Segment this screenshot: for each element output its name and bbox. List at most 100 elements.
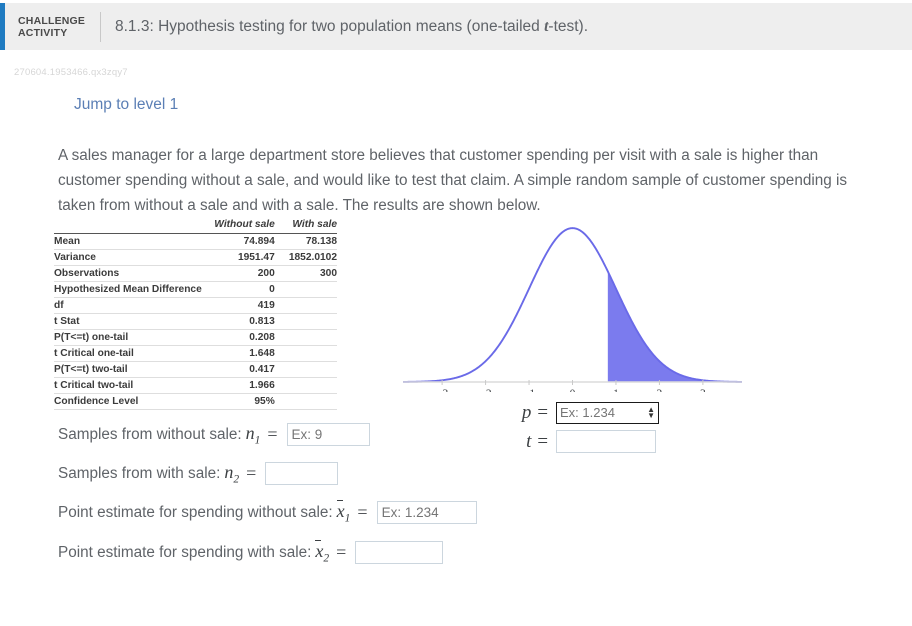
table-row: P(T<=t) two-tail 0.417 <box>54 362 337 378</box>
xbar2-overbar: x <box>315 540 324 561</box>
row-label: Confidence Level <box>54 396 139 407</box>
x-tick-label: −1 <box>523 388 535 392</box>
chart-svg: −3 −2 −1 0 1 2 3 <box>403 227 742 392</box>
row-value-without-sale: 0.208 <box>249 332 275 343</box>
row-label: Observations <box>54 268 120 279</box>
answer-row-n2: Samples from with sale: n2 = <box>58 462 339 486</box>
table-header: Without sale With sale <box>54 217 337 234</box>
normal-distribution-chart: −3 −2 −1 0 1 2 3 <box>395 212 750 392</box>
xbar1-label: Point estimate for spending without sale… <box>58 503 333 521</box>
row-value-with-sale: 1852.0102 <box>288 252 337 263</box>
jump-to-level-link[interactable]: Jump to level 1 <box>74 96 178 114</box>
n1-symbol: n1 <box>245 423 261 447</box>
row-value-without-sale: 0 <box>269 284 275 295</box>
x-tick-label: 0 <box>570 388 576 392</box>
summary-statistics-table: Without sale With sale Mean 74.894 78.13… <box>54 217 337 410</box>
xbar2-symbol: x2 <box>315 540 330 565</box>
header-divider <box>100 11 101 42</box>
table-header-row: Without sale With sale <box>54 217 337 234</box>
row-value-without-sale: 74.894 <box>243 236 275 247</box>
xbar1-symbol: x1 <box>336 500 351 525</box>
title-prefix: 8.1.3: Hypothesis testing for two popula… <box>115 17 545 35</box>
xbar2-label: Point estimate for spending with sale: <box>58 543 312 561</box>
table-row: Observations 200 300 <box>54 266 337 282</box>
title-suffix: -test). <box>548 17 589 35</box>
page-title: 8.1.3: Hypothesis testing for two popula… <box>115 18 588 36</box>
x-tick-label: 2 <box>657 388 663 392</box>
table-row: P(T<=t) one-tail 0.208 <box>54 330 337 346</box>
row-value-with-sale: 78.138 <box>305 236 337 247</box>
t-label: t = <box>526 430 549 452</box>
row-label: t Critical two-tail <box>54 380 134 391</box>
row-value-without-sale: 0.417 <box>249 364 275 375</box>
row-value-with-sale <box>275 378 337 394</box>
row-label: P(T<=t) two-tail <box>54 364 128 375</box>
row-value-with-sale <box>275 362 337 378</box>
p-spinner[interactable]: ▲ ▼ <box>647 405 655 419</box>
n2-equals: = <box>246 463 257 484</box>
p-value-input[interactable] <box>556 401 659 424</box>
row-value-without-sale: 1.966 <box>249 380 275 391</box>
row-value-with-sale <box>275 282 337 298</box>
x-tick-label: 1 <box>613 388 619 392</box>
challenge-activity-badge: CHALLENGE ACTIVITY <box>5 15 100 39</box>
table-row: t Critical two-tail 1.966 <box>54 378 337 394</box>
x-tick-label: 3 <box>700 388 706 392</box>
row-value-with-sale <box>275 298 337 314</box>
shaded-tail-region <box>607 271 742 382</box>
p-t-input-block: p = ▲ ▼ t = <box>505 398 659 456</box>
row-label: Mean <box>54 236 81 247</box>
x-tick-label: −3 <box>436 388 448 392</box>
normal-curve <box>403 227 742 383</box>
xbar1-input[interactable] <box>376 501 477 525</box>
n1-equals: = <box>267 424 278 445</box>
n2-symbol: n2 <box>224 462 240 486</box>
row-value-with-sale <box>275 314 337 330</box>
xbar1-equals: = <box>357 502 368 523</box>
row-value-with-sale <box>275 346 337 362</box>
activity-id: 270604.1953466.qx3zqy7 <box>14 67 128 78</box>
row-value-with-sale <box>275 394 337 410</box>
p-input-wrapper: ▲ ▼ <box>556 401 659 424</box>
row-value-without-sale: 0.813 <box>249 316 275 327</box>
x-tick-label: −2 <box>479 388 491 392</box>
table-row: Variance 1951.47 1852.0102 <box>54 250 337 266</box>
header-without-sale: Without sale <box>214 219 275 230</box>
row-value-without-sale: 419 <box>257 300 275 311</box>
row-label: t Critical one-tail <box>54 348 134 359</box>
row-value-with-sale <box>275 330 337 346</box>
answer-row-xbar1: Point estimate for spending without sale… <box>58 500 477 525</box>
row-label: P(T<=t) one-tail <box>54 332 129 343</box>
answer-row-xbar2: Point estimate for spending with sale: x… <box>58 540 444 565</box>
p-value-row: p = ▲ ▼ <box>505 398 659 427</box>
badge-line-1: CHALLENGE <box>18 14 86 27</box>
xbar2-input[interactable] <box>355 541 444 565</box>
problem-statement: A sales manager for a large department s… <box>58 147 848 214</box>
p-label: p = <box>521 401 549 423</box>
n2-label: Samples from with sale: <box>58 464 221 482</box>
header-blank <box>54 217 207 234</box>
row-value-without-sale: 95% <box>254 396 275 407</box>
n2-input[interactable] <box>265 462 339 486</box>
t-value-row: t = <box>505 427 659 456</box>
table-row: Mean 74.894 78.138 <box>54 234 337 250</box>
badge-line-2: ACTIVITY <box>18 26 68 39</box>
table-row: t Critical one-tail 1.648 <box>54 346 337 362</box>
xbar2-equals: = <box>336 542 347 563</box>
row-value-without-sale: 1.648 <box>249 348 275 359</box>
spinner-down-icon[interactable]: ▼ <box>647 411 655 419</box>
table-body: Mean 74.894 78.138 Variance 1951.47 1852… <box>54 234 337 410</box>
table-row: df 419 <box>54 298 337 314</box>
answer-row-n1: Samples from without sale: n1 = <box>58 423 370 447</box>
n1-input[interactable] <box>286 423 370 447</box>
challenge-activity-header: CHALLENGE ACTIVITY 8.1.3: Hypothesis tes… <box>0 3 912 50</box>
row-label: Hypothesized Mean Difference <box>54 284 202 295</box>
row-value-without-sale: 1951.47 <box>237 252 275 263</box>
t-value-input[interactable] <box>556 430 656 453</box>
row-value-with-sale: 300 <box>320 268 337 279</box>
table-row: Hypothesized Mean Difference 0 <box>54 282 337 298</box>
table-row: t Stat 0.813 <box>54 314 337 330</box>
table-row: Confidence Level 95% <box>54 393 337 410</box>
n1-label: Samples from without sale: <box>58 425 242 443</box>
xbar1-overbar: x <box>336 500 345 521</box>
